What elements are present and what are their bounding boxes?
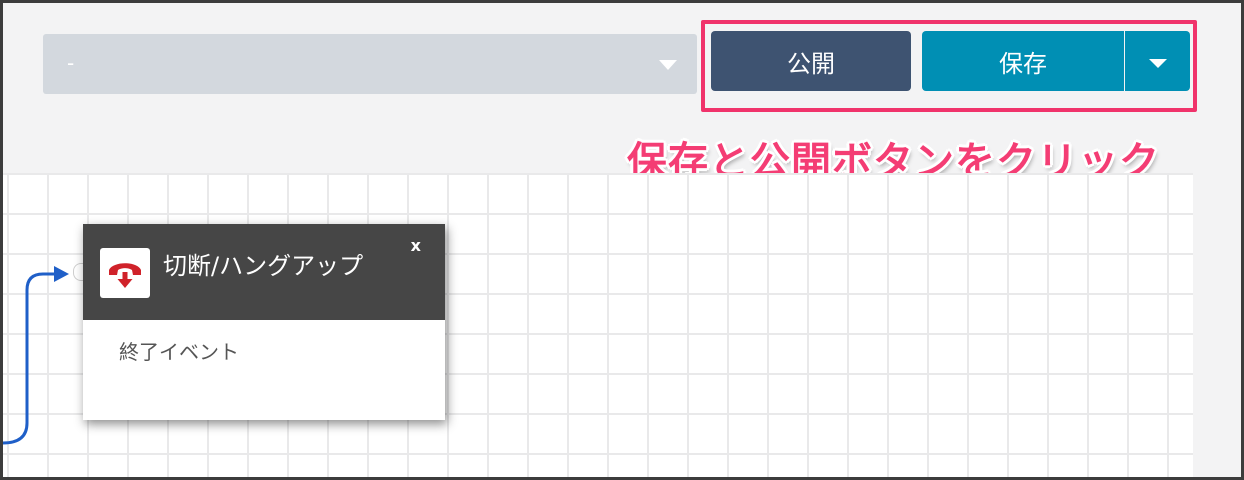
- hang-up-phone-icon: [100, 248, 150, 298]
- version-select[interactable]: -: [43, 34, 697, 94]
- block-header: 切断/ハングアップ x: [83, 224, 445, 320]
- block-title: 切断/ハングアップ: [163, 252, 364, 280]
- highlight-box: [701, 20, 1197, 112]
- chevron-down-icon: [659, 60, 677, 70]
- screenshot-frame: - 公開 保存 保存と公開ボタンをクリック 切断/ハングアップ x 終了イベント: [0, 0, 1244, 480]
- disconnect-block[interactable]: 切断/ハングアップ x 終了イベント: [83, 224, 445, 420]
- close-icon[interactable]: x: [411, 236, 421, 255]
- connector-arrow: [3, 266, 69, 445]
- version-select-value: -: [67, 51, 75, 75]
- flow-canvas[interactable]: 切断/ハングアップ x 終了イベント: [3, 173, 1193, 477]
- block-body-text: 終了イベント: [119, 340, 239, 364]
